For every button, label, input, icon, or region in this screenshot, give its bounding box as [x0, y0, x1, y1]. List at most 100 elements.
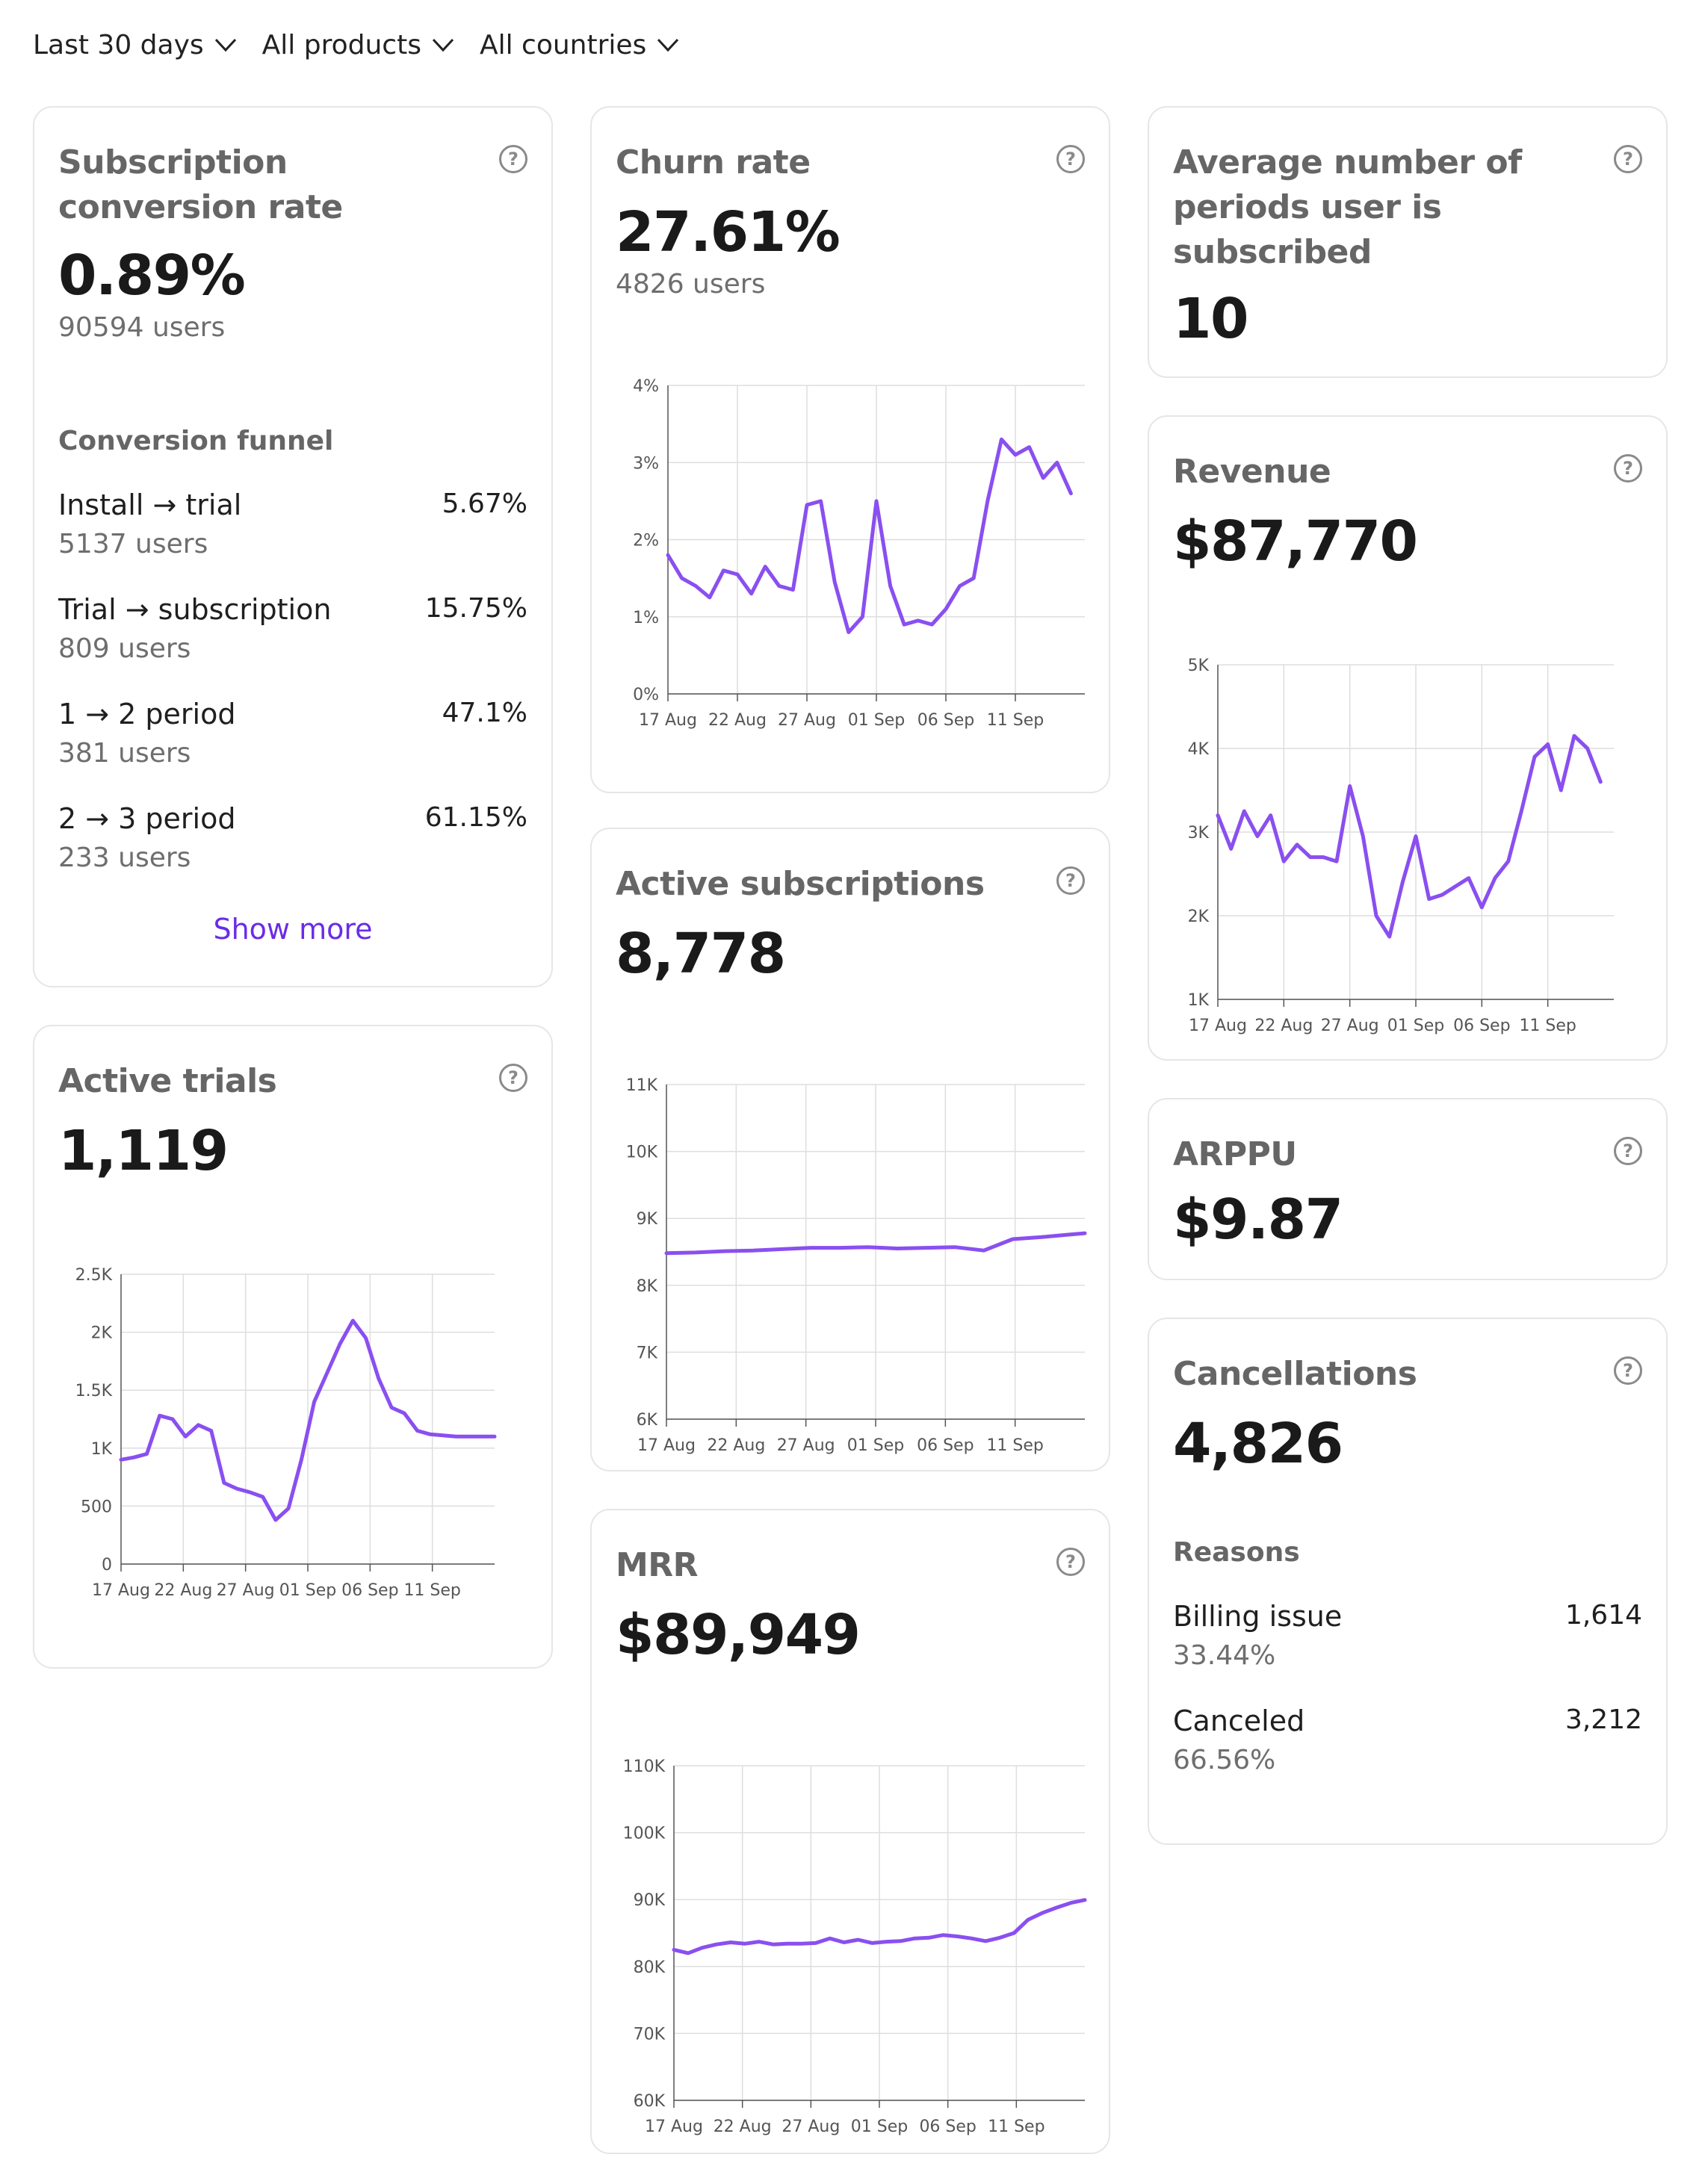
arppu-card: ARPPU ? $9.87 [1148, 1098, 1668, 1280]
x-tick-label: 27 Aug [782, 2118, 840, 2136]
reason-label: Billing issue [1173, 1600, 1343, 1633]
x-tick-label: 11 Sep [986, 1436, 1043, 1455]
x-tick-label: 06 Sep [1453, 1017, 1510, 1035]
chevron-down-icon [432, 38, 454, 52]
y-tick-label: 1.5K [75, 1382, 113, 1400]
funnel-step-users: 5137 users [58, 529, 208, 559]
y-tick-label: 60K [634, 2092, 666, 2111]
avg-periods-value: 10 [1173, 287, 1248, 351]
y-tick-label: 8K [637, 1277, 658, 1296]
question-circle-icon[interactable]: ? [1614, 1137, 1642, 1165]
churn-chart: 0% 1% 2% 3% 4% 17 Aug 22 Aug 27 Aug 01 Sep 06 Sep… [633, 377, 1085, 730]
active-trials-value: 1,119 [58, 1119, 229, 1183]
y-tick-label: 1K [1188, 991, 1210, 1010]
cancellations-title: Cancellations [1173, 1355, 1417, 1393]
y-tick-label: 500 [81, 1498, 112, 1516]
funnel-step-rate: 15.75% [424, 593, 527, 624]
funnel-row: Install → trial 5.67% 5137 users [58, 488, 527, 571]
y-tick-label: 70K [634, 2025, 666, 2044]
question-circle-icon[interactable]: ? [499, 145, 527, 173]
conversion-card: Subscription conversion rate ? 0.89% 905… [33, 106, 553, 987]
mrr-card: MRR ? $89,949 60K 70K 80K 90K 100K 110K 17 Aug… [590, 1509, 1110, 2154]
revenue-chart: 1K 2K 3K 4K 5K 17 Aug 22 Aug 27 Aug 01 Sep 06 Sep… [1188, 657, 1614, 1035]
y-tick-label: 90K [634, 1891, 666, 1910]
conversion-users: 90594 users [58, 312, 226, 343]
funnel-row: 1 → 2 period 47.1% 381 users [58, 698, 527, 780]
x-tick-label: 17 Aug [92, 1581, 150, 1600]
question-circle-icon[interactable]: ? [1056, 145, 1085, 173]
x-tick-label: 06 Sep [917, 711, 974, 730]
reason-row: Billing issue 1,614 33.44% [1173, 1600, 1642, 1682]
cancellations-value: 4,826 [1173, 1412, 1343, 1476]
question-circle-icon[interactable]: ? [1056, 866, 1085, 895]
y-tick-label: 11K [626, 1076, 658, 1095]
funnel-row: 2 → 3 period 61.15% 233 users [58, 802, 527, 884]
mrr-title: MRR [616, 1546, 699, 1584]
active-subscriptions-title: Active subscriptions [616, 865, 985, 903]
x-tick-label: 06 Sep [919, 2118, 976, 2136]
x-tick-label: 11 Sep [403, 1581, 460, 1600]
x-tick-label: 01 Sep [847, 1436, 904, 1455]
product-filter[interactable]: All products [262, 30, 454, 61]
funnel-step-rate: 61.15% [424, 802, 527, 833]
x-tick-label: 01 Sep [848, 711, 905, 730]
funnel-step-rate: 5.67% [442, 488, 527, 519]
x-tick-label: 11 Sep [987, 711, 1044, 730]
date-range-label: Last 30 days [33, 29, 204, 61]
question-circle-icon[interactable]: ? [1614, 1356, 1642, 1385]
x-tick-label: 27 Aug [217, 1581, 275, 1600]
country-filter[interactable]: All countries [480, 30, 679, 61]
x-tick-label: 17 Aug [639, 711, 697, 730]
reason-count: 1,614 [1565, 1600, 1642, 1631]
mrr-chart: 60K 70K 80K 90K 100K 110K 17 Aug 22 Aug 27 Aug 01… [623, 1758, 1087, 2136]
y-tick-label: 1% [633, 609, 659, 627]
x-tick-label: 27 Aug [777, 1436, 835, 1455]
y-tick-label: 6K [637, 1411, 658, 1430]
y-tick-label: 4K [1188, 740, 1210, 759]
product-filter-label: All products [261, 29, 421, 61]
avg-periods-card: Average number of periods user is subscr… [1148, 106, 1668, 378]
funnel-title: Conversion funnel [58, 426, 334, 456]
x-tick-label: 01 Sep [851, 2118, 908, 2136]
series-line [666, 437, 1073, 634]
funnel-step-label: 2 → 3 period [58, 802, 236, 835]
churn-users: 4826 users [616, 269, 766, 300]
y-tick-label: 9K [637, 1210, 658, 1229]
funnel-step-rate: 47.1% [442, 698, 527, 728]
chevron-down-icon [657, 38, 679, 52]
y-tick-label: 0 [102, 1556, 112, 1575]
y-tick-label: 80K [634, 1958, 666, 1977]
x-tick-label: 22 Aug [714, 2118, 772, 2136]
question-circle-icon[interactable]: ? [1614, 145, 1642, 173]
question-circle-icon[interactable]: ? [1614, 454, 1642, 483]
avg-periods-title: Average number of periods user is subscr… [1173, 143, 1522, 271]
x-tick-label: 01 Sep [1387, 1017, 1444, 1035]
y-tick-label: 1K [91, 1440, 113, 1459]
conversion-value: 0.89% [58, 243, 246, 308]
y-tick-label: 3% [633, 454, 659, 473]
funnel-step-users: 809 users [58, 633, 191, 664]
show-more-link[interactable]: Show more [34, 913, 551, 946]
revenue-value: $87,770 [1173, 509, 1418, 574]
reason-row: Canceled 3,212 66.56% [1173, 1704, 1642, 1787]
x-tick-label: 27 Aug [1321, 1017, 1379, 1035]
y-tick-label: 0% [633, 686, 659, 704]
y-tick-label: 7K [637, 1344, 658, 1362]
date-range-filter[interactable]: Last 30 days [33, 30, 237, 61]
conversion-title: Subscription conversion rate [58, 143, 343, 226]
active-subscriptions-chart: 6K 7K 8K 9K 10K 11K 17 Aug 22 Aug 27 Aug 01 Sep 06… [626, 1076, 1087, 1455]
churn-value: 27.61% [616, 200, 841, 264]
reason-count: 3,212 [1565, 1704, 1642, 1735]
filter-bar: Last 30 days All products All countries [33, 22, 679, 67]
reason-share: 66.56% [1173, 1745, 1276, 1775]
reason-label: Canceled [1173, 1704, 1305, 1737]
funnel-step-label: Install → trial [58, 488, 242, 521]
x-tick-label: 11 Sep [1519, 1017, 1576, 1035]
cancellations-card: Cancellations ? 4,826 Reasons Billing is… [1148, 1318, 1668, 1845]
revenue-card: Revenue ? $87,770 1K 2K 3K 4K 5K 17 Aug 22 Aug… [1148, 415, 1668, 1061]
question-circle-icon[interactable]: ? [1056, 1548, 1085, 1576]
funnel-step-label: 1 → 2 period [58, 698, 236, 730]
series-line [1216, 733, 1603, 939]
arppu-title: ARPPU [1173, 1135, 1297, 1173]
question-circle-icon[interactable]: ? [499, 1064, 527, 1092]
